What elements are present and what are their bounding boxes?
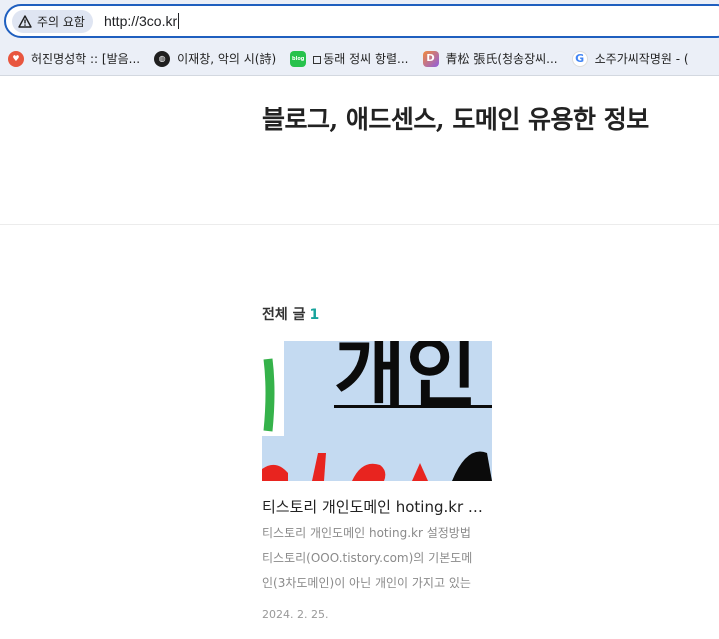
browser-toolbar: 주의 요함 http://3co.kr — [0, 0, 719, 42]
bookmarks-bar: ♥ 허진명성학 :: [발음... ◍ 이재창, 악의 시(詩) blog 동래… — [0, 42, 719, 76]
google-icon: G — [571, 50, 588, 67]
blog-icon: blog — [290, 50, 307, 67]
bookmark-label: 이재창, 악의 시(詩) — [177, 52, 277, 66]
section-label: 전체 글 — [262, 307, 306, 323]
post-thumbnail[interactable]: 개인 — [262, 341, 492, 481]
d-icon: D — [422, 50, 439, 67]
blog-title[interactable]: 블로그, 애드센스, 도메인 유용한 정보 — [262, 100, 649, 136]
bookmark-item[interactable]: D 青松 張氏(청송장씨... — [422, 50, 558, 67]
address-bar[interactable]: 주의 요함 http://3co.kr — [4, 4, 719, 38]
red-circle-icon: ♥ — [8, 50, 24, 67]
bookmark-item[interactable]: ◍ 이재창, 악의 시(詩) — [154, 50, 276, 67]
warning-triangle-icon — [18, 15, 32, 28]
security-warning-label: 주의 요함 — [37, 15, 85, 29]
post-count: 1 — [309, 307, 320, 323]
section-heading: 전체 글1 — [262, 304, 319, 324]
header-divider — [0, 224, 719, 225]
bookmark-label: 青松 張氏(청송장씨... — [445, 52, 558, 66]
bookmark-label: 허진명성학 :: [발음... — [31, 52, 141, 66]
globe-icon: ◍ — [154, 50, 171, 67]
post-excerpt[interactable]: 티스토리 개인도메인 hoting.kr 설정방법 티스토리(OOO.tisto… — [262, 521, 480, 596]
url-input[interactable]: http://3co.kr — [104, 13, 180, 29]
security-warning-chip[interactable]: 주의 요함 — [12, 10, 93, 33]
square-icon — [313, 56, 322, 64]
bookmark-label: 동래 정씨 항렬... — [323, 52, 409, 66]
post-date: 2024. 2. 25. — [262, 608, 329, 621]
post-title[interactable]: 티스토리 개인도메인 hoting.kr 설정방법 — [262, 496, 494, 517]
bookmark-item[interactable]: ♥ 허진명성학 :: [발음... — [8, 50, 140, 67]
thumbnail-image: 개인 — [262, 341, 492, 481]
bookmark-item[interactable]: blog 동래 정씨 항렬... — [290, 50, 409, 67]
bookmark-label: 소주가씨작명원 - ( — [594, 52, 689, 66]
bookmark-item[interactable]: G 소주가씨작명원 - ( — [571, 50, 689, 67]
text-caret — [178, 13, 180, 29]
